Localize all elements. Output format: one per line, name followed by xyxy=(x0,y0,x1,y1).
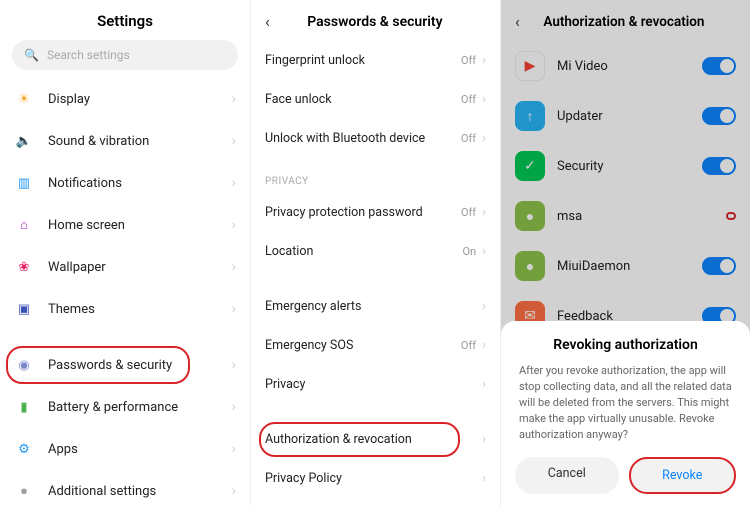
item-icon: ◉ xyxy=(14,355,34,375)
settings-item-display[interactable]: ☀ Display› xyxy=(0,78,250,120)
chevron-right-icon: › xyxy=(232,301,236,317)
dialog-body: After you revoke authorization, the app … xyxy=(515,363,736,443)
chevron-right-icon: › xyxy=(232,175,236,191)
item-label: Apps xyxy=(48,442,232,457)
item-label: Unlock with Bluetooth device xyxy=(265,131,461,146)
security-list: Fingerprint unlockOff›Face unlockOff›Unl… xyxy=(251,41,500,498)
item-value: Off xyxy=(461,54,476,67)
pane-header: ‹ Authorization & revocation xyxy=(501,0,750,41)
item-label: Emergency SOS xyxy=(265,338,461,353)
item-label: Privacy Policy xyxy=(265,471,482,486)
item-label: Emergency alerts xyxy=(265,299,482,314)
settings-list: ☀Display›🔈Sound & vibration›▥Notificatio… xyxy=(0,78,250,506)
security-item-face-unlock[interactable]: Face unlockOff › xyxy=(251,80,500,119)
security-item-emergency-sos[interactable]: Emergency SOSOff › xyxy=(251,326,500,365)
dialog-buttons: Cancel Revoke xyxy=(515,457,736,494)
search-icon: 🔍 xyxy=(24,48,39,62)
item-value: Off xyxy=(461,206,476,219)
item-label: Themes xyxy=(48,302,232,317)
item-label: Location xyxy=(265,244,462,259)
item-icon: ▮ xyxy=(14,397,34,417)
security-item-privacy[interactable]: Privacy› xyxy=(251,365,500,404)
settings-item-home-screen[interactable]: ⌂ Home screen› xyxy=(0,204,250,246)
item-label: Privacy protection password xyxy=(265,205,461,220)
settings-item-apps[interactable]: ⚙ Apps› xyxy=(0,428,250,470)
item-label: Privacy xyxy=(265,377,482,392)
item-label: Fingerprint unlock xyxy=(265,53,461,68)
item-label: Face unlock xyxy=(265,92,461,107)
security-item-fingerprint-unlock[interactable]: Fingerprint unlockOff › xyxy=(251,41,500,80)
search-placeholder: Search settings xyxy=(47,48,130,62)
chevron-right-icon: › xyxy=(232,217,236,233)
security-item-location[interactable]: LocationOn › xyxy=(251,232,500,271)
settings-item-battery-performance[interactable]: ▮ Battery & performance› xyxy=(0,386,250,428)
chevron-right-icon: › xyxy=(232,483,236,499)
cancel-button[interactable]: Cancel xyxy=(515,457,619,494)
page-title: Passwords & security xyxy=(264,14,486,30)
item-value: Off xyxy=(461,93,476,106)
item-icon: ❀ xyxy=(14,257,34,277)
pane-header: ‹ Passwords & security xyxy=(251,0,500,41)
chevron-right-icon: › xyxy=(482,244,486,259)
chevron-right-icon: › xyxy=(482,53,486,68)
chevron-right-icon: › xyxy=(482,131,486,146)
settings-item-passwords-security[interactable]: ◉ Passwords & security› xyxy=(0,344,250,386)
security-item-unlock-with-bluetooth-device[interactable]: Unlock with Bluetooth deviceOff › xyxy=(251,119,500,158)
chevron-right-icon: › xyxy=(482,432,486,447)
chevron-right-icon: › xyxy=(482,205,486,220)
chevron-right-icon: › xyxy=(482,92,486,107)
chevron-right-icon: › xyxy=(232,91,236,107)
item-icon: ☀ xyxy=(14,89,34,109)
revoke-dialog: Revoking authorization After you revoke … xyxy=(501,321,750,506)
security-item-privacy-protection-password[interactable]: Privacy protection passwordOff › xyxy=(251,193,500,232)
item-value: On xyxy=(462,245,476,258)
security-item-emergency-alerts[interactable]: Emergency alerts› xyxy=(251,287,500,326)
chevron-right-icon: › xyxy=(232,259,236,275)
chevron-right-icon: › xyxy=(232,357,236,373)
item-label: Sound & vibration xyxy=(48,134,232,149)
security-item-authorization-revocation[interactable]: Authorization & revocation› xyxy=(251,420,500,459)
search-input[interactable]: 🔍 Search settings xyxy=(12,40,238,70)
item-icon: ▣ xyxy=(14,299,34,319)
item-label: Battery & performance xyxy=(48,400,232,415)
page-title: Authorization & revocation xyxy=(512,14,736,30)
settings-item-sound-vibration[interactable]: 🔈 Sound & vibration› xyxy=(0,120,250,162)
chevron-right-icon: › xyxy=(232,133,236,149)
authorization-revocation-pane: ‹ Authorization & revocation ▶Mi Video↑U… xyxy=(500,0,750,506)
item-icon: ⚙ xyxy=(14,439,34,459)
dialog-title: Revoking authorization xyxy=(515,337,736,353)
settings-item-themes[interactable]: ▣ Themes› xyxy=(0,288,250,330)
item-label: Authorization & revocation xyxy=(265,432,482,447)
item-label: Wallpaper xyxy=(48,260,232,275)
item-value: Off xyxy=(461,339,476,352)
item-label: Notifications xyxy=(48,176,232,191)
item-value: Off xyxy=(461,132,476,145)
revoke-button[interactable]: Revoke xyxy=(629,457,737,494)
item-label: Display xyxy=(48,92,232,107)
settings-item-wallpaper[interactable]: ❀ Wallpaper› xyxy=(0,246,250,288)
item-label: Home screen xyxy=(48,218,232,233)
chevron-right-icon: › xyxy=(482,471,486,486)
chevron-right-icon: › xyxy=(232,399,236,415)
item-icon: ▥ xyxy=(14,173,34,193)
section-header: PRIVACY xyxy=(251,158,500,193)
item-label: Passwords & security xyxy=(48,358,232,373)
item-icon: 🔈 xyxy=(14,131,34,151)
chevron-right-icon: › xyxy=(482,338,486,353)
settings-pane: Settings 🔍 Search settings ☀Display›🔈Sou… xyxy=(0,0,250,506)
security-item-privacy-policy[interactable]: Privacy Policy› xyxy=(251,459,500,498)
chevron-right-icon: › xyxy=(232,441,236,457)
item-icon: ⌂ xyxy=(14,215,34,235)
item-label: Additional settings xyxy=(48,484,232,499)
item-icon: ● xyxy=(14,481,34,501)
page-title: Settings xyxy=(0,0,250,40)
settings-item-notifications[interactable]: ▥ Notifications› xyxy=(0,162,250,204)
chevron-right-icon: › xyxy=(482,377,486,392)
passwords-security-pane: ‹ Passwords & security Fingerprint unloc… xyxy=(250,0,500,506)
settings-item-additional-settings[interactable]: ● Additional settings› xyxy=(0,470,250,506)
chevron-right-icon: › xyxy=(482,299,486,314)
